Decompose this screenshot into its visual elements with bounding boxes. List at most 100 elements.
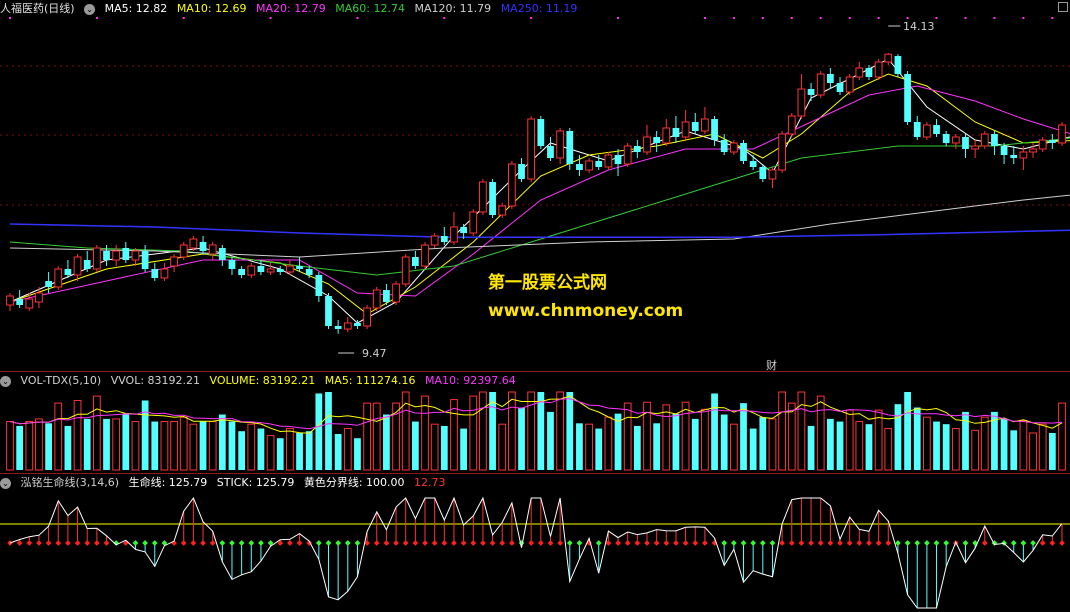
volume-bar-up	[450, 399, 458, 471]
vol-ma10-label: MA10: 92397.64	[425, 374, 516, 387]
signal-dot	[819, 17, 822, 19]
candle-body-up	[112, 250, 121, 261]
volume-bar-up	[25, 421, 34, 471]
candle-body-up	[787, 115, 796, 135]
volume-bar-up	[623, 402, 632, 471]
stick-marker	[219, 540, 226, 546]
candle-body-down	[218, 248, 226, 260]
stick-marker	[422, 540, 428, 546]
signal-dot	[1022, 17, 1025, 19]
volume-bar-up	[286, 428, 294, 471]
yellow-line-label: 黄色分界线: 100.00	[303, 476, 405, 489]
volume-bar-down	[199, 421, 207, 470]
volume-bar-up	[662, 404, 671, 471]
stick-marker	[962, 540, 969, 546]
volume-settings-icon[interactable]: ⌄	[0, 375, 11, 387]
signal-dot	[95, 17, 98, 19]
candle-body-down	[334, 326, 342, 329]
stick-marker	[238, 540, 245, 546]
candle-body-down	[942, 134, 950, 143]
candle-body-up	[208, 244, 217, 255]
volume-bar-up	[112, 418, 121, 471]
low-price-label: 9.47	[362, 347, 387, 360]
stick-marker	[827, 540, 834, 546]
volume-bar-up	[681, 401, 690, 471]
stick-marker	[576, 540, 583, 546]
volume-bar-up	[845, 409, 854, 471]
volume-bar-down	[228, 421, 236, 470]
stick-marker	[634, 540, 641, 546]
candle-body-down	[16, 299, 24, 305]
stick-marker	[190, 540, 197, 546]
signal-dot	[9, 17, 11, 19]
candle-body-up	[845, 76, 854, 93]
volume-bar-up	[170, 421, 178, 471]
candle-body-down	[64, 269, 72, 275]
volume-bar-down	[141, 400, 149, 470]
stick-marker	[644, 540, 650, 546]
candle-body-up	[247, 265, 256, 276]
volume-bar-down	[276, 438, 284, 470]
volume-bar-up	[430, 423, 439, 471]
candle-body-down	[460, 227, 467, 233]
candle-body-down	[411, 257, 419, 266]
volume-bar-up	[768, 418, 777, 471]
stick-marker	[480, 540, 486, 546]
stick-marker	[914, 540, 921, 546]
volume-bar-down	[296, 432, 303, 470]
stick-marker	[451, 540, 457, 546]
candle-body-up	[1029, 148, 1037, 153]
volume-bar-up	[884, 428, 893, 471]
stick-marker	[595, 540, 602, 546]
stick-marker	[557, 540, 563, 546]
vvol-label: VVOL: 83192.21	[110, 374, 201, 387]
volume-bar-down	[518, 407, 525, 470]
volume-bar-up	[556, 391, 565, 471]
ma-line-5	[9, 223, 1070, 238]
volume-bar-down	[595, 428, 603, 470]
candle-body-up	[343, 322, 352, 330]
candle-body-up	[729, 142, 738, 153]
candle-body-up	[54, 268, 63, 288]
candle-body-down	[103, 251, 110, 260]
indicator-settings-icon[interactable]: ⌄	[0, 477, 11, 489]
volume-bar-up	[585, 423, 593, 471]
volume-bar-up	[498, 423, 507, 471]
volume-bar-down	[411, 421, 419, 470]
stick-marker	[316, 540, 322, 546]
stick-marker	[509, 540, 515, 546]
stick-marker	[412, 540, 419, 546]
candle-body-up	[604, 154, 613, 168]
volume-bar-down	[334, 434, 342, 470]
volume-bar-down	[103, 418, 110, 470]
volume-bar-down	[1000, 418, 1008, 470]
candle-body-up	[874, 61, 883, 78]
life-line	[9, 496, 1063, 609]
candle-body-down	[83, 260, 91, 269]
candle-body-up	[971, 145, 980, 150]
volume-bar-up	[247, 423, 256, 471]
stick-marker	[1059, 540, 1065, 546]
signal-dot	[269, 17, 272, 19]
candle-body-up	[73, 256, 82, 276]
candle-body-up	[923, 124, 931, 138]
ma-line-4	[9, 194, 1070, 258]
candle-body-down	[566, 131, 574, 164]
stick-marker	[837, 540, 843, 546]
volume-bar-up	[971, 429, 980, 471]
candle-body-down	[595, 161, 603, 167]
stick-marker	[209, 540, 216, 546]
stick-marker	[287, 540, 293, 546]
candle-body-down	[315, 275, 323, 296]
volume-bar-up	[951, 428, 960, 471]
volume-bar-up	[131, 421, 140, 471]
candle-body-down	[865, 68, 873, 77]
volume-bar-up	[507, 391, 516, 471]
stick-marker	[779, 540, 785, 546]
stick-marker	[248, 540, 255, 546]
volume-bar-up	[92, 395, 101, 471]
candle-body-down	[199, 242, 207, 251]
ma-line-3	[9, 137, 1070, 276]
candle-body-down	[325, 296, 332, 326]
candle-body-down	[749, 161, 757, 167]
